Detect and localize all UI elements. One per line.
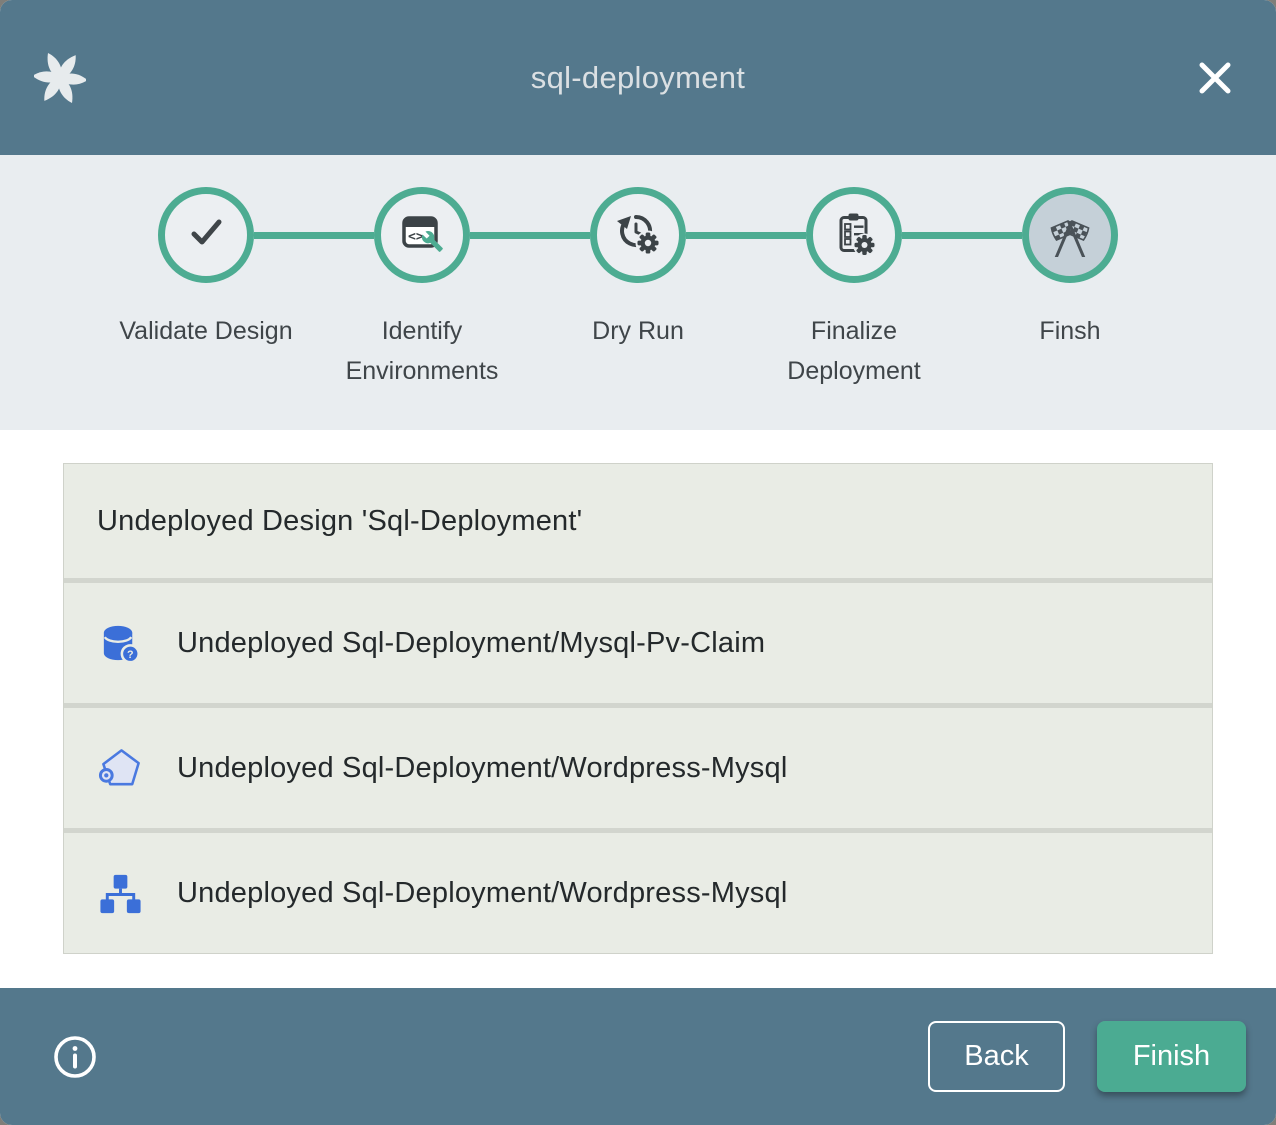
database-question-icon: ?	[97, 620, 144, 667]
step-identify-environments: <> Identify Environments	[314, 187, 530, 391]
step-label: Identify Environments	[322, 311, 522, 391]
step-label: Finalize Deployment	[754, 311, 954, 391]
info-icon[interactable]	[52, 1034, 98, 1080]
svg-text:?: ?	[127, 649, 134, 661]
result-row-design: Undeployed Design 'Sql-Deployment'	[64, 464, 1212, 578]
result-row-mysql-pv-claim: ? Undeployed Sql-Deployment/Mysql-Pv-Cla…	[64, 583, 1212, 703]
step-circle	[806, 187, 902, 283]
step-circle	[158, 187, 254, 283]
svg-text:<>: <>	[408, 229, 424, 244]
finish-button[interactable]: Finish	[1097, 1021, 1246, 1092]
dialog-title: sql-deployment	[0, 60, 1276, 96]
result-text: Undeployed Sql-Deployment/Wordpress-Mysq…	[177, 752, 787, 785]
results-content: Undeployed Design 'Sql-Deployment' ? Und…	[0, 430, 1276, 988]
checkered-flags-icon	[1046, 209, 1094, 262]
result-row-wordpress-mysql-tree: Undeployed Sql-Deployment/Wordpress-Mysq…	[64, 833, 1212, 953]
step-finish: Finsh	[962, 187, 1178, 391]
dialog-header: sql-deployment	[0, 0, 1276, 155]
step-validate-design: Validate Design	[98, 187, 314, 391]
deployment-results-panel: Undeployed Design 'Sql-Deployment' ? Und…	[63, 463, 1213, 954]
step-label: Validate Design	[119, 311, 292, 351]
step-dry-run: Dry Run	[530, 187, 746, 391]
clipboard-gear-icon	[830, 209, 878, 262]
result-text: Undeployed Design 'Sql-Deployment'	[97, 505, 582, 538]
back-button[interactable]: Back	[928, 1021, 1065, 1092]
step-label: Finsh	[1039, 311, 1100, 351]
step-label: Dry Run	[592, 311, 684, 351]
deployment-wizard-dialog: sql-deployment Validate Design	[0, 0, 1276, 1125]
close-icon[interactable]	[1192, 55, 1238, 101]
result-row-wordpress-mysql-service: Undeployed Sql-Deployment/Wordpress-Mysq…	[64, 708, 1212, 828]
wizard-stepper: Validate Design <> I	[0, 155, 1276, 430]
pentagon-service-icon	[97, 745, 144, 792]
result-text: Undeployed Sql-Deployment/Mysql-Pv-Claim	[177, 627, 765, 660]
dialog-footer: Back Finish	[0, 988, 1276, 1125]
history-gear-icon	[614, 209, 662, 262]
step-circle: <>	[374, 187, 470, 283]
code-wrench-icon: <>	[398, 209, 446, 262]
step-circle	[1022, 187, 1118, 283]
check-icon	[182, 209, 230, 262]
result-text: Undeployed Sql-Deployment/Wordpress-Mysq…	[177, 877, 787, 910]
step-finalize-deployment: Finalize Deployment	[746, 187, 962, 391]
hierarchy-icon	[97, 870, 144, 917]
step-circle	[590, 187, 686, 283]
